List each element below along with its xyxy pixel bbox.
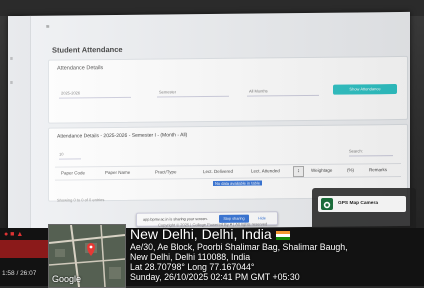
gps-badge-inner: GPS Map Camera bbox=[318, 196, 406, 212]
session-select[interactable]: 2025-2026 bbox=[59, 87, 131, 99]
entries-info: Showing 0 to 0 of 0 entries bbox=[57, 197, 105, 203]
column-header[interactable]: Weightage bbox=[311, 165, 332, 177]
taskbar-icons: ● ■ ▲ bbox=[4, 231, 24, 238]
gps-app-name: GPS Map Camera bbox=[338, 201, 378, 206]
sidebar-item[interactable]: ≡ bbox=[10, 56, 13, 62]
sidebar-item[interactable]: ≡ bbox=[10, 80, 13, 86]
google-logo: Google bbox=[52, 274, 82, 284]
sidebar: ≡ ≡ bbox=[8, 15, 31, 231]
entries-select[interactable]: 10 bbox=[59, 150, 81, 160]
location-overlay: New Delhi, Delhi, India Ae/30, Ae Block,… bbox=[130, 226, 424, 286]
column-header[interactable]: Pract/Type bbox=[155, 166, 177, 178]
show-attendance-button[interactable]: Show Attendance bbox=[333, 84, 397, 95]
column-header[interactable]: Paper Code bbox=[61, 167, 85, 179]
column-header[interactable]: Remarks bbox=[369, 164, 387, 176]
card-title: Attendance Details bbox=[57, 65, 104, 72]
menu-icon[interactable]: ≡ bbox=[46, 25, 50, 31]
coordinates: Lat 28.70798° Long 77.167044° bbox=[130, 262, 255, 272]
map-thumbnail: Google bbox=[48, 224, 126, 288]
sort-button[interactable]: ↕ bbox=[293, 166, 304, 178]
column-header[interactable]: Lect. Attended bbox=[251, 165, 280, 177]
month-select[interactable]: All Months bbox=[247, 85, 319, 97]
page-title: Student Attendance bbox=[52, 44, 123, 55]
address-line-1: Ae/30, Ae Block, Poorbi Shalimar Bag, Sh… bbox=[130, 242, 348, 252]
attendance-details-card: Attendance Details 2025-2026 Semester Al… bbox=[48, 55, 408, 124]
column-header[interactable]: Lect. Delivered bbox=[203, 166, 233, 178]
column-header[interactable]: (%) bbox=[347, 164, 354, 176]
column-header[interactable]: Paper Name bbox=[105, 167, 130, 179]
empty-table-message: No data available in table bbox=[213, 180, 262, 186]
india-flag-icon bbox=[275, 230, 290, 240]
video-timer: 1:58 / 26:07 bbox=[2, 270, 37, 277]
datetime: Sunday, 26/10/2025 02:41 PM GMT +05:30 bbox=[130, 272, 300, 282]
camera-icon bbox=[321, 198, 333, 210]
address-line-2: New Delhi, Delhi 110088, India bbox=[130, 252, 251, 262]
table-header: Paper Code Paper Name Pract/Type Lect. D… bbox=[55, 162, 401, 181]
search-input[interactable]: Search: bbox=[349, 147, 393, 157]
city-title: New Delhi, Delhi, India bbox=[130, 226, 290, 242]
semester-select[interactable]: Semester bbox=[157, 86, 229, 98]
card-title: Attendance Details - 2025-2026 - Semeste… bbox=[57, 132, 188, 140]
